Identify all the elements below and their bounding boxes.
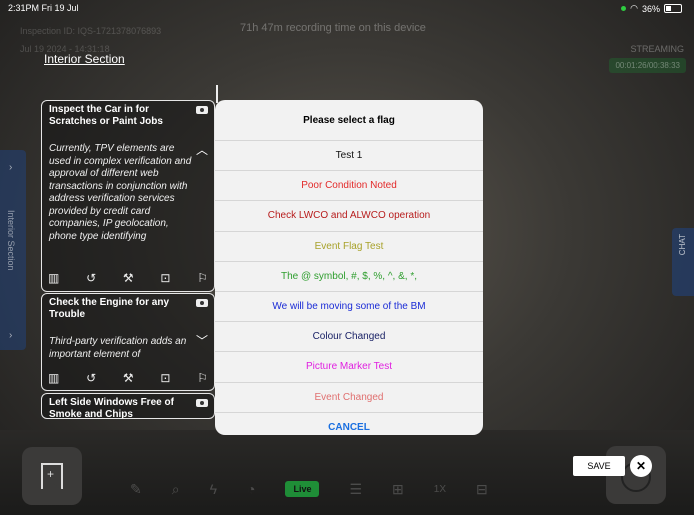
flag-icon[interactable]: ⚐ <box>197 371 208 385</box>
settings-sliders-icon[interactable]: ☰ <box>349 481 362 498</box>
chevron-down-icon[interactable]: ﹀ <box>196 332 208 349</box>
checklist-card[interactable]: Check the Engine for any Trouble Third-p… <box>41 293 215 391</box>
flag-option[interactable]: The @ symbol, #, $, %, ^, &, *, <box>215 262 483 292</box>
bottom-toolbar: ✎ ⌕ ϟ ◔ Live ☰ ⊞ 1X ⊟ <box>130 478 570 500</box>
flag-option[interactable]: Test 1 <box>215 141 483 172</box>
tools-icon[interactable]: ⚒ <box>123 371 134 385</box>
live-badge[interactable]: Live <box>285 481 320 497</box>
status-indicators: ◠ 36% <box>621 3 682 14</box>
battery-icon <box>664 4 682 13</box>
bookmark-add-icon: + <box>41 463 63 490</box>
brush-icon[interactable]: ✎ <box>130 481 142 498</box>
camera-icon[interactable] <box>196 106 208 114</box>
battery-percent: 36% <box>641 3 660 14</box>
chevron-right-icon[interactable]: › <box>9 330 12 341</box>
flag-option[interactable]: Event Flag Test <box>215 232 483 262</box>
chevron-right-icon[interactable]: › <box>9 162 12 173</box>
flag-option[interactable]: We will be moving some of the BM <box>215 292 483 323</box>
inspection-id: Inspection ID: IQS-1721378076893 <box>20 26 162 36</box>
card-actions: ▥ ↺ ⚒ ⊡ ⚐ <box>48 271 208 285</box>
close-icon[interactable]: ✕ <box>630 455 652 477</box>
timer-icon[interactable]: ◔ <box>247 481 255 497</box>
stream-time: 00:01:26/00:38:33 <box>609 58 686 73</box>
section-title[interactable]: Interior Section <box>44 52 125 66</box>
recording-dot-icon <box>621 6 627 11</box>
wifi-icon: ◠ <box>630 3 638 13</box>
status-bar: 2:31PM Fri 19 Jul ◠ 36% <box>0 0 694 16</box>
side-tab-label: Interior Section <box>6 210 16 271</box>
streaming-label: STREAMING <box>630 44 684 54</box>
camera-icon[interactable] <box>196 299 208 307</box>
checklist-card[interactable]: Left Side Windows Free of Smoke and Chip… <box>41 393 215 419</box>
tools-icon[interactable]: ⚒ <box>123 271 134 285</box>
flag-options-list: Test 1 Poor Condition Noted Check LWCO and… <box>215 141 483 413</box>
bookmark-button[interactable]: + <box>22 447 82 505</box>
status-time: 2:31PM Fri 19 Jul <box>8 3 79 13</box>
text-cursor <box>216 85 218 103</box>
flag-option[interactable]: Check LWCO and ALWCO operation <box>215 201 483 232</box>
flag-option[interactable]: Event Changed <box>215 383 483 413</box>
flash-off-icon[interactable]: ϟ <box>210 481 217 497</box>
chat-tab[interactable]: CHAT <box>672 228 694 296</box>
chevron-up-icon[interactable]: ︿ <box>196 141 208 158</box>
chat-tab-label: CHAT <box>678 234 687 256</box>
photo-icon[interactable]: ⊡ <box>160 371 170 385</box>
recording-time: 71h 47m recording time on this device <box>240 22 426 34</box>
card-title: Inspect the Car in for Scratches or Pain… <box>49 104 163 127</box>
card-actions: ▥ ↺ ⚒ ⊡ ⚐ <box>48 371 208 385</box>
flag-option[interactable]: Poor Condition Noted <box>215 171 483 202</box>
zoom-level: 1X <box>433 483 447 495</box>
flag-option[interactable]: Colour Changed <box>215 322 483 353</box>
photo-icon[interactable]: ⊡ <box>160 271 170 285</box>
card-title: Left Side Windows Free of Smoke and Chip… <box>49 397 174 419</box>
trash-icon[interactable]: ▥ <box>48 271 59 285</box>
section-side-tab[interactable]: › Interior Section › <box>0 150 26 350</box>
save-button[interactable]: SAVE <box>573 456 625 476</box>
cancel-button[interactable]: CANCEL <box>215 413 483 435</box>
flag-option[interactable]: Picture Marker Test <box>215 352 483 383</box>
search-icon[interactable]: ⌕ <box>172 481 180 498</box>
history-icon[interactable]: ↺ <box>86 371 96 385</box>
card-description: Third-party verification adds an importa… <box>49 336 187 360</box>
camera-icon[interactable] <box>196 399 208 407</box>
dialog-title: Please select a flag <box>215 100 483 141</box>
zoom-in-icon[interactable]: ⊞ <box>392 481 404 498</box>
zoom-out-icon[interactable]: ⊟ <box>476 481 488 498</box>
card-title: Check the Engine for any Trouble <box>49 297 170 320</box>
card-description: Currently, TPV elements are used in comp… <box>49 143 192 242</box>
checklist-card[interactable]: Inspect the Car in for Scratches or Pain… <box>41 100 215 292</box>
flag-icon[interactable]: ⚐ <box>197 271 208 285</box>
flag-select-dialog: Please select a flag Test 1 Poor Conditio… <box>215 100 483 435</box>
history-icon[interactable]: ↺ <box>86 271 96 285</box>
trash-icon[interactable]: ▥ <box>48 371 59 385</box>
